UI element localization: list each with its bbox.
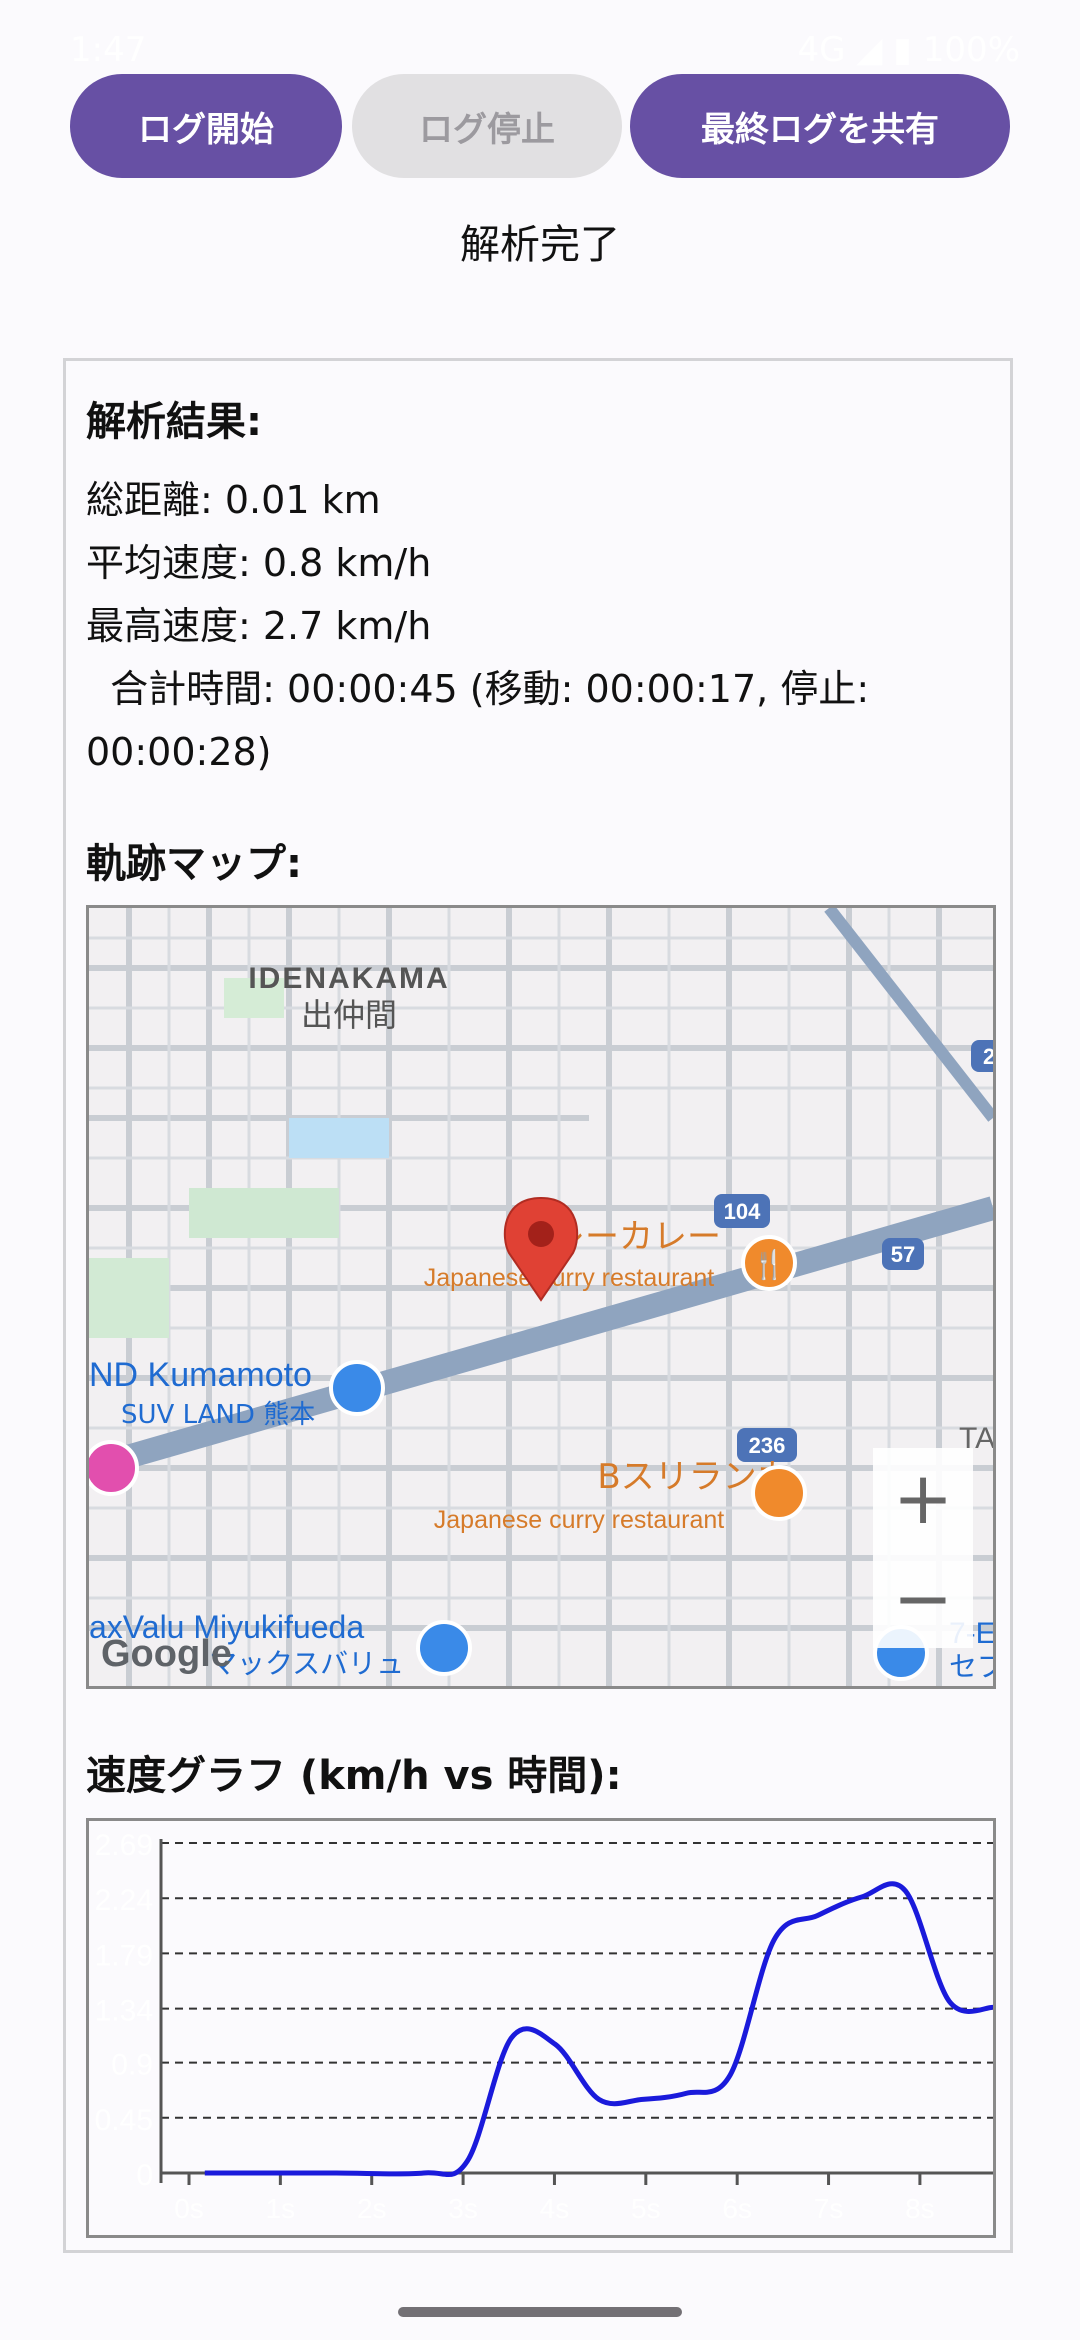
poi-seven-jp: セブ	[949, 1650, 993, 1683]
poi-suv-name-jp: SUV LAND 熊本	[121, 1400, 315, 1430]
road-104-label: 104	[724, 1199, 761, 1224]
speed-chart-canvas: 0 0.45 0.9 1.34 1.79 2.24 2.69 0s 1s 2s 3s 4s 5s 6s 7s…	[95, 1829, 993, 2224]
y-tick-label: 0	[136, 2159, 153, 2192]
battery-percent: 100%	[922, 30, 1020, 70]
fork-knife-icon: 🍴	[752, 1248, 787, 1281]
stop-log-button[interactable]: ログ停止	[352, 74, 622, 178]
y-tick-label: 1.34	[95, 1995, 153, 2028]
water-area	[289, 1118, 389, 1158]
x-tick-label: 7s	[814, 2193, 844, 2224]
average-speed: 平均速度: 0.8 km/h	[86, 541, 432, 585]
zoom-in-button[interactable]: +	[873, 1448, 973, 1548]
status-time: 1:47	[70, 30, 147, 70]
park-area-left	[89, 1258, 169, 1338]
speed-chart: 0 0.45 0.9 1.34 1.79 2.24 2.69 0s 1s 2s 3s 4s 5s 6s 7s…	[86, 1818, 996, 2238]
poi-suv-name-en[interactable]: ND Kumamoto	[89, 1356, 312, 1394]
x-tick-label: 4s	[540, 2193, 570, 2224]
y-tick-label: 1.79	[95, 1939, 153, 1972]
network-label: 4G	[797, 30, 846, 70]
x-tick-label: 3s	[448, 2193, 478, 2224]
road-20-label: 20	[983, 1044, 993, 1069]
max-speed: 最高速度: 2.7 km/h	[86, 604, 432, 648]
road-57-label: 57	[891, 1242, 915, 1267]
track-map[interactable]: 104 57 236 20 IDENAKAMA 出仲間 カレーカレー Japan…	[86, 905, 996, 1689]
poi-curry2-type: Japanese curry restaurant	[434, 1506, 724, 1534]
analysis-status: 解析完了	[460, 222, 620, 268]
poi-curry1-type: Japanese curry restaurant	[424, 1264, 714, 1292]
poi-maxvalu-jp: マックスバリュ	[209, 1647, 404, 1680]
cart-icon[interactable]	[416, 1620, 472, 1676]
hotel-icon[interactable]	[89, 1440, 139, 1496]
map-canvas: 104 57 236 20 IDENAKAMA 出仲間 カレーカレー Japan…	[89, 908, 993, 1686]
x-tick-label: 8s	[905, 2193, 935, 2224]
road-236-label: 236	[749, 1433, 786, 1458]
shopping-bag-icon[interactable]	[329, 1360, 385, 1416]
restaurant-icon-2[interactable]	[751, 1465, 807, 1521]
x-tick-label: 6s	[722, 2193, 752, 2224]
x-tick-label: 5s	[631, 2193, 661, 2224]
speed-series-line	[204, 1881, 993, 2178]
map-title: 軌跡マップ:	[86, 841, 302, 887]
y-tick-label: 2.24	[95, 1884, 153, 1917]
total-time-line2: 00:00:28)	[86, 730, 272, 774]
google-logo: Google	[101, 1633, 232, 1675]
share-last-log-button[interactable]: 最終ログを共有	[630, 74, 1010, 178]
area-label-en: IDENAKAMA	[248, 962, 449, 995]
results-title: 解析結果:	[86, 399, 262, 445]
total-time-line1: 合計時間: 00:00:45 (移動: 00:00:17, 停止:	[86, 667, 870, 711]
results-card: 解析結果: 総距離: 0.01 km 平均速度: 0.8 km/h 最高速度: …	[63, 358, 1013, 2253]
y-tick-label: 0.45	[95, 2104, 153, 2137]
status-right: 4G ◢ ▮ 100%	[798, 30, 1021, 70]
y-tick-label: 2.69	[95, 1829, 153, 1862]
home-indicator[interactable]	[398, 2307, 682, 2317]
x-tick-label: 1s	[266, 2193, 296, 2224]
total-distance: 総距離: 0.01 km	[86, 478, 381, 522]
speed-chart-title: 速度グラフ (km/h vs 時間):	[86, 1753, 622, 1799]
y-tick-label: 0.9	[111, 2049, 153, 2082]
x-tick-label: 0s	[174, 2193, 204, 2224]
park-area	[189, 1188, 339, 1238]
zoom-out-button[interactable]: −	[873, 1548, 973, 1648]
x-tick-label: 2s	[357, 2193, 387, 2224]
map-pin-center	[528, 1221, 554, 1247]
start-log-button[interactable]: ログ開始	[70, 74, 342, 178]
battery-icon: ▮	[893, 30, 912, 70]
area-label-jp: 出仲間	[301, 996, 397, 1034]
signal-icon: ◢	[856, 30, 883, 70]
